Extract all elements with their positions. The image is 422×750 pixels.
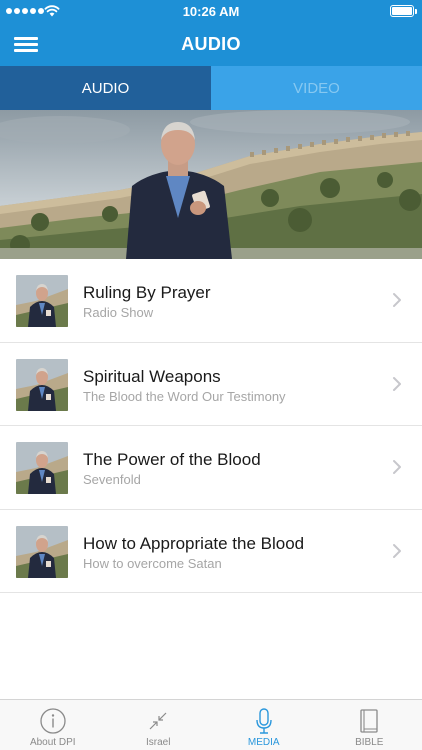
item-thumbnail	[16, 275, 68, 327]
tabbar-item-media[interactable]: MEDIA	[211, 700, 317, 750]
item-title: How to Appropriate the Blood	[83, 533, 305, 553]
tabbar-item-bible[interactable]: BIBLE	[317, 700, 422, 750]
tabbar-item-israel[interactable]: Israel	[106, 700, 212, 750]
item-subtitle: Radio Show	[83, 305, 154, 320]
nav-bar: AUDIO	[0, 22, 422, 66]
audio-list: Ruling By Prayer Radio Show Spiritual We…	[0, 259, 422, 593]
item-title: The Power of the Blood	[83, 450, 261, 469]
tabbar-label: Israel	[146, 737, 171, 748]
tab-audio[interactable]: AUDIO	[0, 66, 211, 110]
tabbar-item-about-dpi[interactable]: About DPI	[0, 700, 106, 750]
tabbar-label: BIBLE	[355, 737, 384, 748]
book-icon	[360, 709, 378, 733]
chevron-right-icon	[393, 376, 401, 391]
status-time: 10:26 AM	[182, 4, 240, 19]
chevron-right-icon	[393, 543, 401, 558]
arrows-in-icon	[149, 712, 167, 730]
chevron-right-icon	[393, 293, 401, 307]
item-title: Spiritual Weapons	[83, 366, 221, 386]
item-thumbnail	[16, 525, 68, 578]
hero-image	[0, 110, 422, 259]
item-subtitle: The Blood the Word Our Testimony	[83, 388, 286, 404]
media-type-tabs: AUDIO VIDEO	[0, 66, 422, 110]
item-subtitle: How to overcome Satan	[83, 555, 222, 571]
tabbar-label: About DPI	[29, 737, 76, 748]
item-title: Ruling By Prayer	[83, 283, 211, 302]
chevron-right-icon	[393, 460, 401, 474]
list-item[interactable]: Spiritual Weapons The Blood the Word Our…	[0, 343, 422, 426]
list-item[interactable]: Ruling By Prayer Radio Show	[0, 259, 422, 343]
item-subtitle: Sevenfold	[83, 472, 141, 487]
bottom-tab-bar: About DPI Israel MEDIA BIBLE	[0, 699, 422, 750]
info-circle-icon	[40, 708, 66, 734]
tab-video[interactable]: VIDEO	[211, 66, 422, 110]
status-bar: 10:26 AM	[0, 0, 422, 22]
microphone-icon	[256, 708, 272, 734]
list-item[interactable]: How to Appropriate the Blood How to over…	[0, 510, 422, 593]
page-title: AUDIO	[181, 34, 241, 54]
tabbar-label: MEDIA	[247, 737, 280, 748]
list-item[interactable]: The Power of the Blood Sevenfold	[0, 426, 422, 510]
item-thumbnail	[16, 358, 68, 411]
battery-icon	[390, 5, 417, 17]
item-thumbnail	[16, 442, 68, 494]
header: 10:26 AM AUDIO	[0, 0, 422, 66]
